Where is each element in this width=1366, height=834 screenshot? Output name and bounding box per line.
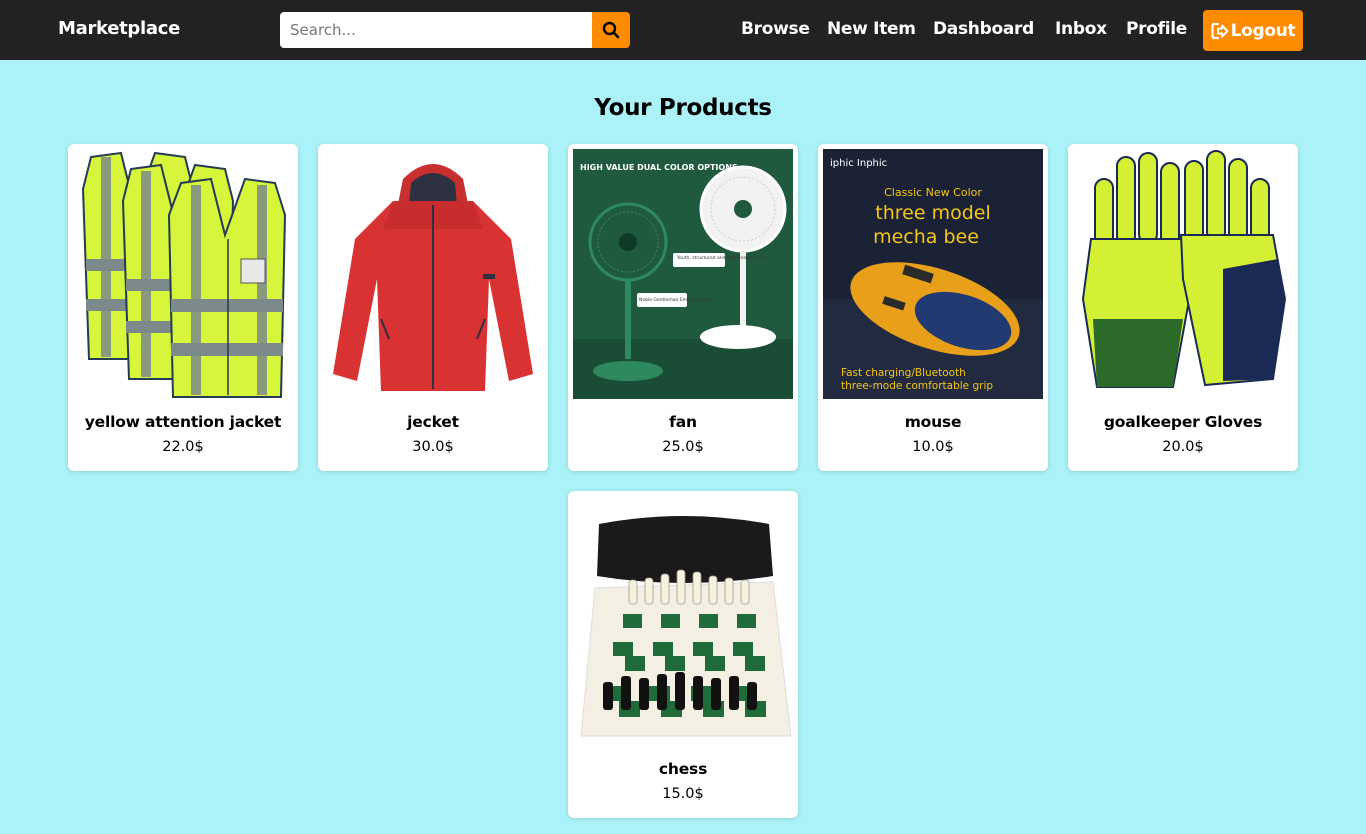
mouse-tag-text: Classic New Color <box>884 186 982 199</box>
mouse-foot2-text: three-mode comfortable grip <box>841 380 993 392</box>
fan-callout-green: Noble Gentleman Emerald Green <box>639 297 714 303</box>
nav-link-dashboard[interactable]: Dashboard <box>933 19 1034 39</box>
nav-link-new-item[interactable]: New Item <box>827 19 916 39</box>
product-name: jecket <box>407 413 459 431</box>
product-price: 10.0$ <box>912 439 954 455</box>
red-jacket-image <box>323 149 543 399</box>
chess-set-image <box>573 496 793 746</box>
product-name: fan <box>669 413 697 431</box>
nav-link-inbox[interactable]: Inbox <box>1055 19 1107 39</box>
product-card[interactable]: goalkeeper Gloves 20.0$ <box>1068 144 1298 471</box>
logout-button[interactable]: Logout <box>1203 10 1303 51</box>
page-title: Your Products <box>594 95 772 121</box>
product-card[interactable]: iphic Inphic Classic New Color three mod… <box>818 144 1048 471</box>
fan-headline: HIGH VALUE DUAL COLOR OPTIONS <box>580 163 738 172</box>
fan-image: HIGH VALUE DUAL COLOR OPTIONS Youth, str… <box>573 149 793 399</box>
search-form <box>280 12 630 48</box>
search-input[interactable] <box>280 12 592 48</box>
gloves-image <box>1073 149 1293 399</box>
fan-callout-white: Youth, structured and fashionable white <box>676 255 767 261</box>
brand-logo[interactable]: Marketplace <box>58 18 180 39</box>
product-card[interactable]: chess 15.0$ <box>568 491 798 818</box>
product-name: yellow attention jacket <box>84 413 282 431</box>
mouse-line2-text: mecha bee <box>873 226 979 248</box>
product-card[interactable]: yellow attention jacket 22.0$ <box>68 144 298 471</box>
mouse-line1-text: three model <box>875 202 990 224</box>
logout-label: Logout <box>1230 20 1296 41</box>
search-icon <box>602 21 620 39</box>
product-card[interactable]: HIGH VALUE DUAL COLOR OPTIONS Youth, str… <box>568 144 798 471</box>
product-name: goalkeeper Gloves <box>1103 413 1263 431</box>
product-card[interactable]: jecket 30.0$ <box>318 144 548 471</box>
nav-link-profile[interactable]: Profile <box>1126 19 1187 39</box>
mouse-brand-text: iphic Inphic <box>830 158 887 169</box>
logout-icon <box>1210 22 1229 39</box>
product-price: 30.0$ <box>412 439 454 455</box>
product-price: 15.0$ <box>662 786 704 802</box>
product-price: 22.0$ <box>162 439 204 455</box>
mouse-image: iphic Inphic Classic New Color three mod… <box>823 149 1043 399</box>
safety-vest-image <box>73 149 293 399</box>
mouse-foot1-text: Fast charging/Bluetooth <box>841 367 966 379</box>
product-name: chess <box>658 760 708 778</box>
search-button[interactable] <box>592 12 630 48</box>
product-name: mouse <box>904 413 962 431</box>
nav-link-browse[interactable]: Browse <box>741 19 810 39</box>
product-price: 25.0$ <box>662 439 704 455</box>
top-navbar: Marketplace Browse New Item Dashboard In… <box>0 0 1366 60</box>
product-price: 20.0$ <box>1162 439 1204 455</box>
